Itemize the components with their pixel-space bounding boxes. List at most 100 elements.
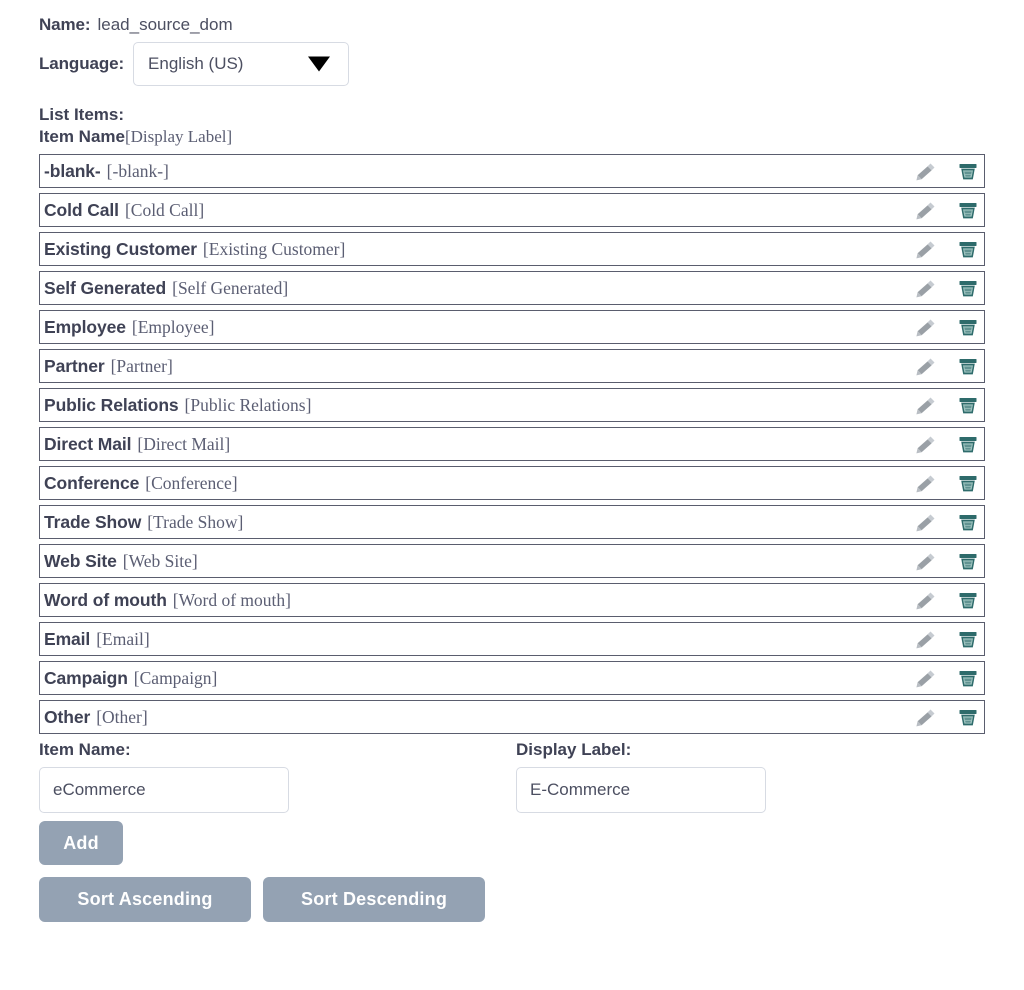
name-label: Name:	[39, 15, 91, 34]
column-header-item-name: Item Name	[39, 127, 125, 146]
trash-icon[interactable]	[958, 435, 978, 454]
list-item-actions	[915, 389, 978, 421]
trash-icon[interactable]	[958, 552, 978, 571]
item-name-input-value: eCommerce	[53, 780, 146, 799]
list-item-row: Trade Show [Trade Show]	[39, 505, 985, 539]
list-item-actions	[915, 701, 978, 733]
list-item-row: Employee [Employee]	[39, 310, 985, 344]
list-item-display-label: [Campaign]	[133, 667, 218, 688]
pencil-icon[interactable]	[915, 551, 937, 571]
trash-icon[interactable]	[958, 240, 978, 259]
list-item-actions	[915, 623, 978, 655]
list-item-row: Web Site [Web Site]	[39, 544, 985, 578]
display-label-input[interactable]: E-Commerce	[516, 767, 766, 813]
pencil-icon[interactable]	[915, 512, 937, 532]
list-item-name: Other	[44, 706, 91, 727]
list-column-headers: Item Name[Display Label]	[0, 126, 1024, 149]
list-item-name: Email	[44, 628, 91, 649]
trash-icon[interactable]	[958, 513, 978, 532]
chevron-down-icon	[308, 56, 331, 72]
display-label-field-label: Display Label:	[516, 740, 632, 759]
trash-icon[interactable]	[958, 318, 978, 337]
list-item-row: Self Generated [Self Generated]	[39, 271, 985, 305]
item-name-input[interactable]: eCommerce	[39, 767, 289, 813]
list-item-row: Conference [Conference]	[39, 466, 985, 500]
list-item-actions	[915, 350, 978, 382]
list-item-display-label: [Conference]	[145, 472, 238, 493]
sort-button-bar: Sort Ascending Sort Descending	[39, 877, 1024, 922]
language-row: Language: English (US)	[0, 38, 1024, 90]
trash-icon[interactable]	[958, 162, 978, 181]
list-item-name: Direct Mail	[44, 433, 132, 454]
list-item-row: Existing Customer [Existing Customer]	[39, 232, 985, 266]
trash-icon[interactable]	[958, 474, 978, 493]
pencil-icon[interactable]	[915, 200, 937, 220]
list-item-display-label: [Direct Mail]	[137, 433, 231, 454]
item-name-field-label: Item Name:	[39, 740, 131, 759]
display-label-input-value: E-Commerce	[530, 780, 631, 799]
list-item-name: -blank-	[44, 160, 101, 181]
pencil-icon[interactable]	[915, 239, 937, 259]
list-item-actions	[915, 428, 978, 460]
trash-icon[interactable]	[958, 591, 978, 610]
list-item-display-label: [Employee]	[131, 316, 215, 337]
list-item-display-label: [Word of mouth]	[172, 589, 291, 610]
pencil-icon[interactable]	[915, 590, 937, 610]
list-item-row: Partner [Partner]	[39, 349, 985, 383]
list-item-actions	[915, 233, 978, 265]
trash-icon[interactable]	[958, 396, 978, 415]
list-item-display-label: [Trade Show]	[147, 511, 244, 532]
list-item-actions	[915, 662, 978, 694]
list-items-container: -blank- [-blank-] Cold Call [Cold Call] Exis…	[0, 154, 1024, 734]
language-label: Language:	[39, 54, 125, 73]
list-item-display-label: [Partner]	[110, 355, 173, 376]
trash-icon[interactable]	[958, 669, 978, 688]
pencil-icon[interactable]	[915, 317, 937, 337]
pencil-icon[interactable]	[915, 707, 937, 727]
pencil-icon[interactable]	[915, 668, 937, 688]
sort-descending-button[interactable]: Sort Descending	[263, 877, 485, 922]
list-item-name: Employee	[44, 316, 126, 337]
list-item-name: Campaign	[44, 667, 128, 688]
pencil-icon[interactable]	[915, 473, 937, 493]
list-item-actions	[915, 545, 978, 577]
list-item-display-label: [Public Relations]	[184, 394, 312, 415]
pencil-icon[interactable]	[915, 434, 937, 454]
pencil-icon[interactable]	[915, 356, 937, 376]
trash-icon[interactable]	[958, 708, 978, 727]
list-item-actions	[915, 272, 978, 304]
list-item-display-label: [-blank-]	[106, 160, 169, 181]
list-item-name: Web Site	[44, 550, 117, 571]
sort-ascending-button[interactable]: Sort Ascending	[39, 877, 251, 922]
list-item-actions	[915, 194, 978, 226]
list-item-name: Cold Call	[44, 199, 119, 220]
list-item-row: Other [Other]	[39, 700, 985, 734]
pencil-icon[interactable]	[915, 395, 937, 415]
pencil-icon[interactable]	[915, 278, 937, 298]
list-item-display-label: [Self Generated]	[172, 277, 289, 298]
list-item-name: Conference	[44, 472, 140, 493]
list-editor-page: Name: lead_source_dom Language: English …	[0, 0, 1024, 990]
language-select-value: English (US)	[148, 54, 244, 73]
list-item-name: Word of mouth	[44, 589, 167, 610]
name-value: lead_source_dom	[97, 15, 233, 34]
list-item-display-label: [Cold Call]	[124, 199, 205, 220]
list-item-name: Partner	[44, 355, 105, 376]
list-item-row: Campaign [Campaign]	[39, 661, 985, 695]
add-item-form: Item Name: eCommerce Display Label: E-Co…	[0, 739, 1024, 922]
column-header-display-label: [Display Label]	[124, 127, 233, 146]
pencil-icon[interactable]	[915, 161, 937, 181]
list-item-row: Word of mouth [Word of mouth]	[39, 583, 985, 617]
list-items-title: List Items:	[39, 105, 125, 124]
add-button[interactable]: Add	[39, 821, 123, 865]
list-item-actions	[915, 311, 978, 343]
list-item-display-label: [Other]	[96, 706, 148, 727]
trash-icon[interactable]	[958, 357, 978, 376]
list-item-row: Public Relations [Public Relations]	[39, 388, 985, 422]
trash-icon[interactable]	[958, 630, 978, 649]
trash-icon[interactable]	[958, 201, 978, 220]
list-item-name: Trade Show	[44, 511, 142, 532]
trash-icon[interactable]	[958, 279, 978, 298]
language-select[interactable]: English (US)	[133, 42, 350, 86]
pencil-icon[interactable]	[915, 629, 937, 649]
